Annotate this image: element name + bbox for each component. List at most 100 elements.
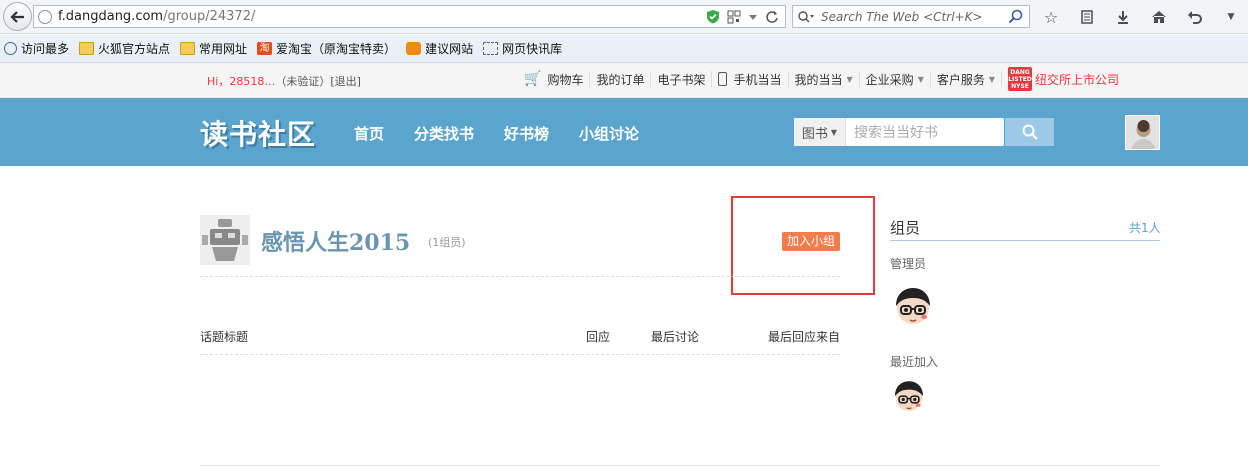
- site-logo[interactable]: 读书社区: [200, 113, 316, 153]
- group-avatar: [200, 215, 250, 265]
- top-links: 🛒 购物车 我的订单 电子书架 手机当当 我的当当 ▼ 企业采购 ▼ 客户服务 ▼ DA…: [518, 67, 1125, 91]
- verify-status: （未验证）: [275, 75, 331, 88]
- mobile-label: 手机当当: [733, 72, 782, 87]
- column-topic-title: 话题标题: [200, 330, 249, 344]
- download-icon[interactable]: [1112, 6, 1134, 28]
- bookmark-label: 网页快讯库: [502, 42, 563, 56]
- search-category-select[interactable]: 图书 ▼: [794, 118, 846, 146]
- column-last-reply-from: 最后回应来自: [768, 330, 841, 344]
- highlight-annotation-box: [731, 196, 875, 295]
- url-icons: [706, 9, 779, 24]
- bookmark-common-sites[interactable]: 常用网址: [180, 40, 247, 57]
- browser-search-box[interactable]: Search The Web <Ctrl+K>: [792, 5, 1030, 28]
- search-engine-icon[interactable]: [797, 10, 815, 24]
- nav-group-discussion[interactable]: 小组讨论: [579, 123, 639, 144]
- back-arrow-icon: [9, 10, 24, 23]
- nav-home[interactable]: 首页: [354, 123, 384, 144]
- username-link[interactable]: 28518…: [229, 75, 275, 88]
- browser-search-placeholder: Search The Web <Ctrl+K>: [821, 9, 983, 24]
- menu-dropdown-icon[interactable]: ▼: [1220, 6, 1242, 28]
- qrcode-icon[interactable]: [727, 10, 741, 24]
- chevron-down-icon: ▼: [830, 127, 838, 137]
- service-menu[interactable]: 客户服务 ▼: [931, 71, 1003, 87]
- group-member-count: (1组员): [428, 236, 466, 249]
- undo-icon[interactable]: [1184, 6, 1206, 28]
- reload-icon[interactable]: [765, 10, 779, 24]
- my-dangdang-menu[interactable]: 我的当当 ▼: [789, 71, 860, 87]
- footer-divider: [200, 465, 1160, 466]
- bookmark-aitaobao[interactable]: 淘爱淘宝（原淘宝特卖）: [257, 40, 396, 57]
- search-go-icon[interactable]: [1008, 9, 1024, 25]
- url-text: f.dangdang.com/group/24372/: [58, 9, 255, 24]
- site-topbar: Hi，28518…（未验证）[退出] 🛒 购物车 我的订单 电子书架 手机当当 我…: [0, 63, 1248, 98]
- gear-icon: [4, 42, 17, 55]
- dropdown-arrow-icon[interactable]: [748, 12, 758, 22]
- book-search-input[interactable]: 搜索当当好书: [854, 122, 938, 142]
- service-label: 客户服务: [936, 72, 985, 87]
- orders-label: 我的订单: [596, 72, 645, 87]
- feed-icon: [483, 42, 499, 55]
- chevron-down-icon: ▼: [846, 74, 853, 84]
- admin-avatar[interactable]: [890, 284, 936, 330]
- column-replies: 回应: [586, 330, 611, 344]
- search-category-label: 图书: [801, 126, 828, 142]
- enterprise-menu[interactable]: 企业采购 ▼: [860, 71, 931, 87]
- orders-link[interactable]: 我的订单: [590, 71, 652, 87]
- shield-icon[interactable]: [706, 9, 720, 24]
- members-title: 组员: [890, 219, 921, 237]
- bookmark-suggested[interactable]: 建议网站: [406, 40, 473, 57]
- back-button[interactable]: [3, 2, 32, 31]
- person-icon: [1126, 116, 1159, 149]
- bookmark-most-visited[interactable]: 访问最多: [4, 40, 69, 57]
- logout-link[interactable]: [退出]: [330, 75, 361, 88]
- enterprise-label: 企业采购: [865, 72, 914, 87]
- nyse-listed-link[interactable]: DANG LISTED NYSE 纽交所上市公司: [1002, 67, 1125, 91]
- user-greeting: Hi，28518…（未验证）[退出]: [207, 73, 361, 89]
- chevron-down-icon: ▼: [917, 74, 924, 84]
- my-dangdang-label: 我的当当: [794, 72, 843, 87]
- greeting-prefix: Hi，: [207, 75, 230, 88]
- folder-icon: [180, 42, 196, 55]
- url-path: /group/24372/: [163, 9, 256, 24]
- members-total-link[interactable]: 共1人: [1129, 219, 1161, 236]
- book-search-button[interactable]: [1005, 118, 1054, 146]
- divider: [200, 276, 840, 277]
- book-search: 图书 ▼ 搜索当当好书: [794, 118, 1004, 146]
- bookmark-web-slices[interactable]: 网页快讯库: [483, 40, 562, 57]
- nav-top-books[interactable]: 好书榜: [504, 123, 549, 144]
- ebook-shelf-link[interactable]: 电子书架: [651, 71, 713, 87]
- bookmark-firefox-site[interactable]: 火狐官方站点: [79, 40, 170, 57]
- browser-toolbar: ☆ ▼: [1040, 6, 1248, 28]
- bookmark-label: 访问最多: [21, 42, 70, 56]
- mobile-link[interactable]: 手机当当: [712, 71, 789, 87]
- user-avatar[interactable]: [1125, 115, 1160, 150]
- recent-joined-label: 最近加入: [890, 355, 939, 369]
- browser-nav-bar: f.dangdang.com/group/24372/ Search The W…: [0, 0, 1248, 34]
- bookmark-label: 常用网址: [199, 42, 248, 56]
- phone-icon: [718, 72, 728, 86]
- home-icon[interactable]: [1148, 6, 1170, 28]
- main-nav: 首页 分类找书 好书榜 小组讨论: [354, 123, 639, 144]
- divider: [890, 240, 1160, 241]
- bookmarks-bar: 访问最多 火狐官方站点 常用网址 淘爱淘宝（原淘宝特卖） 建议网站 网页快讯库: [0, 35, 1248, 63]
- nyse-badge-icon: DANG LISTED NYSE: [1008, 67, 1033, 91]
- cart-link[interactable]: 🛒 购物车: [518, 71, 591, 87]
- recent-member-avatar[interactable]: [890, 378, 928, 416]
- bookmark-label: 爱淘宝（原淘宝特卖）: [276, 42, 397, 56]
- divider: [200, 354, 840, 355]
- glasses-person-icon: [894, 381, 924, 412]
- site-header: 读书社区 首页 分类找书 好书榜 小组讨论 图书 ▼ 搜索当当好书: [0, 98, 1248, 166]
- column-last-discussed: 最后讨论: [651, 330, 700, 344]
- address-bar[interactable]: f.dangdang.com/group/24372/: [33, 5, 786, 28]
- nav-categories[interactable]: 分类找书: [414, 123, 474, 144]
- globe-icon: [38, 9, 52, 24]
- cart-label: 购物车: [547, 72, 584, 87]
- url-host: f.dangdang.com: [58, 9, 164, 24]
- glasses-person-icon: [896, 288, 930, 324]
- bookmark-label: 火狐官方站点: [98, 42, 171, 56]
- robot-icon: [200, 215, 250, 265]
- bulb-icon: [406, 42, 422, 55]
- listed-label: 纽交所上市公司: [1035, 72, 1120, 87]
- reading-list-icon[interactable]: [1076, 6, 1098, 28]
- bookmark-star-icon[interactable]: ☆: [1040, 6, 1062, 28]
